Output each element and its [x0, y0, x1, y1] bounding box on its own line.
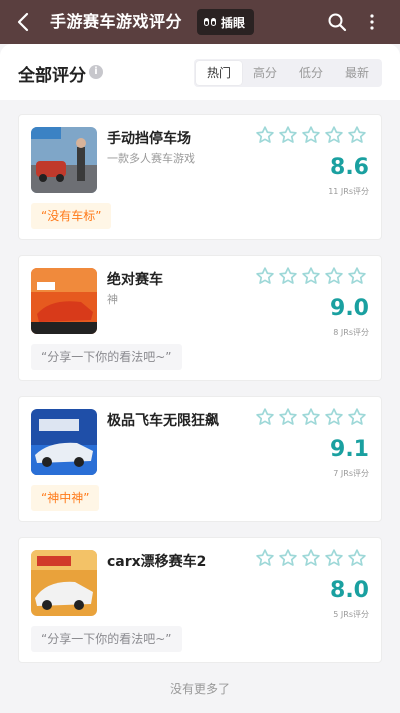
rating-header: 全部评分 i 热门 高分 低分 最新: [0, 44, 400, 100]
tab-low-score[interactable]: 低分: [288, 61, 334, 85]
rating-count: 8 JRs评分: [333, 328, 369, 337]
sort-tabs: 热门 高分 低分 最新: [194, 59, 382, 87]
rating-stars[interactable]: [255, 548, 367, 568]
game-thumbnail[interactable]: [31, 409, 97, 475]
section-title: 全部评分: [18, 66, 86, 86]
tab-hot[interactable]: 热门: [196, 61, 242, 85]
rating-count: 11 JRs评分: [328, 187, 369, 196]
game-card[interactable]: carx漂移赛车2 8.0 5 JRs评分 “分享一下你的看法吧~”: [18, 537, 382, 663]
star-icon[interactable]: [324, 548, 344, 568]
star-icon[interactable]: [324, 266, 344, 286]
rating-stars[interactable]: [255, 125, 367, 145]
tab-high-score[interactable]: 高分: [242, 61, 288, 85]
star-icon[interactable]: [347, 266, 367, 286]
eyes-icon: [204, 18, 216, 26]
game-score: 8.6: [330, 155, 369, 180]
star-icon[interactable]: [255, 266, 275, 286]
star-icon[interactable]: [347, 548, 367, 568]
tab-latest[interactable]: 最新: [334, 61, 380, 85]
top-comment[interactable]: “神中神”: [31, 485, 100, 511]
star-icon[interactable]: [347, 407, 367, 427]
star-icon[interactable]: [255, 548, 275, 568]
game-description: 一款多人赛车游戏: [107, 152, 195, 165]
bookmark-chip-label: 插眼: [221, 15, 246, 30]
rating-stars[interactable]: [255, 266, 367, 286]
star-icon[interactable]: [255, 407, 275, 427]
game-card[interactable]: 手动挡停车场 一款多人赛车游戏 8.6 11 JRs评分 “没有车标”: [18, 114, 382, 240]
star-icon[interactable]: [324, 407, 344, 427]
star-icon[interactable]: [278, 266, 298, 286]
game-name[interactable]: 手动挡停车场: [107, 128, 191, 148]
star-icon[interactable]: [301, 407, 321, 427]
game-score: 9.1: [330, 437, 369, 462]
info-icon[interactable]: i: [89, 65, 103, 79]
content-sheet: 全部评分 i 热门 高分 低分 最新 手动挡停车场 一款多人赛车游戏 8.6 1…: [0, 44, 400, 713]
star-icon[interactable]: [301, 266, 321, 286]
rating-count: 7 JRs评分: [333, 469, 369, 478]
game-score: 8.0: [330, 578, 369, 603]
comment-prompt[interactable]: “分享一下你的看法吧~”: [31, 626, 182, 652]
page-title: 手游赛车游戏评分: [50, 12, 183, 31]
game-card[interactable]: 极品飞车无限狂飙 9.1 7 JRs评分 “神中神”: [18, 396, 382, 522]
game-thumbnail[interactable]: [31, 268, 97, 334]
end-of-list-text: 没有更多了: [169, 682, 230, 696]
game-thumbnail[interactable]: [31, 127, 97, 193]
comment-prompt[interactable]: “分享一下你的看法吧~”: [31, 344, 182, 370]
star-icon[interactable]: [278, 407, 298, 427]
bookmark-chip[interactable]: 插眼: [197, 9, 255, 35]
game-score: 9.0: [330, 296, 369, 321]
star-icon[interactable]: [278, 548, 298, 568]
top-comment[interactable]: “没有车标”: [31, 203, 112, 229]
back-arrow-icon[interactable]: [12, 10, 36, 34]
top-bar: 手游赛车游戏评分 插眼: [0, 0, 400, 44]
star-icon[interactable]: [324, 125, 344, 145]
star-icon[interactable]: [347, 125, 367, 145]
search-icon[interactable]: [326, 11, 348, 33]
star-icon[interactable]: [301, 548, 321, 568]
star-icon[interactable]: [278, 125, 298, 145]
star-icon[interactable]: [255, 125, 275, 145]
game-description: 神: [107, 293, 118, 306]
rating-count: 5 JRs评分: [333, 610, 369, 619]
game-name[interactable]: 极品飞车无限狂飙: [107, 410, 219, 430]
rating-stars[interactable]: [255, 407, 367, 427]
game-thumbnail[interactable]: [31, 550, 97, 616]
game-card[interactable]: 绝对赛车 神 9.0 8 JRs评分 “分享一下你的看法吧~”: [18, 255, 382, 381]
game-name[interactable]: 绝对赛车: [107, 269, 163, 289]
more-options-icon[interactable]: [364, 12, 380, 32]
star-icon[interactable]: [301, 125, 321, 145]
game-name[interactable]: carx漂移赛车2: [107, 551, 206, 571]
